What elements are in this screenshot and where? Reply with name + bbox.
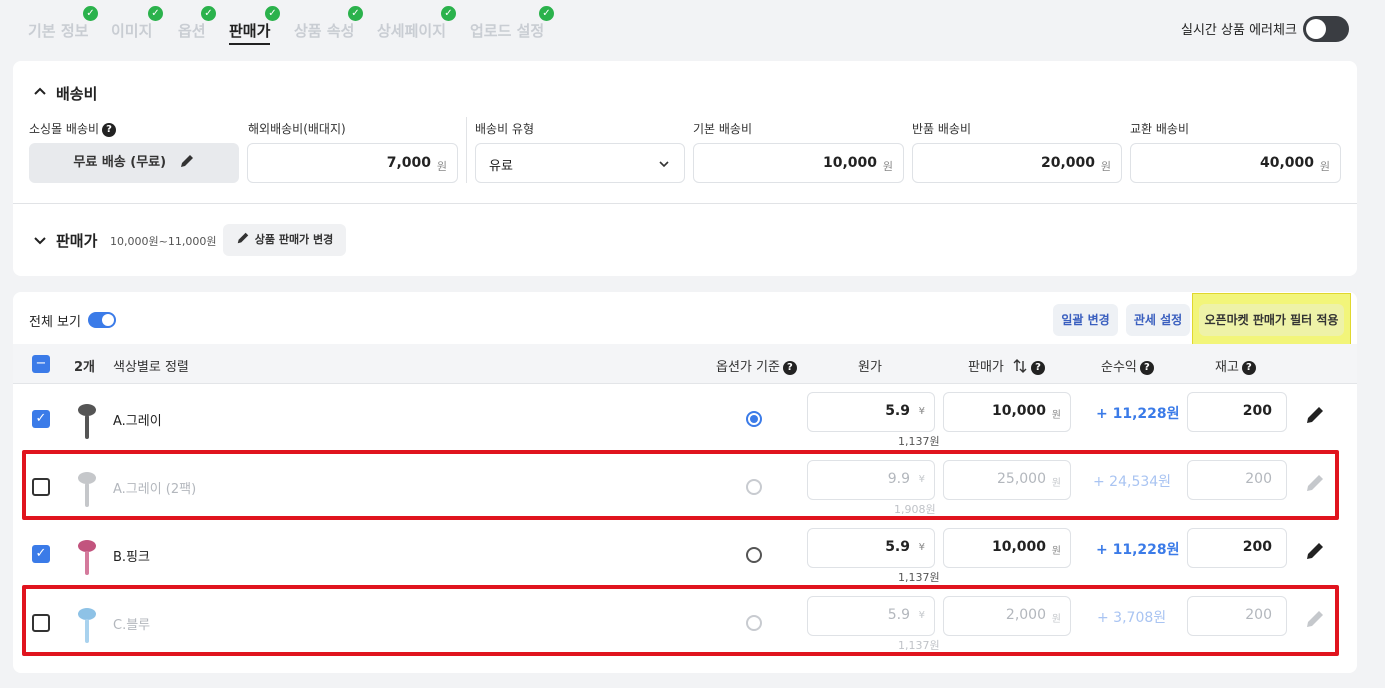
option-price-radio[interactable] — [746, 547, 762, 563]
pencil-icon — [180, 155, 193, 167]
cost-krw: 1,137원 — [898, 435, 940, 448]
check-icon: ✓ — [265, 6, 280, 21]
sort-icon[interactable] — [1012, 358, 1028, 374]
annotation-box — [22, 450, 1339, 520]
check-icon: ✓ — [441, 6, 456, 21]
stock-input[interactable]: 200 — [1187, 528, 1287, 568]
row-checkbox[interactable]: ✓ — [32, 545, 50, 563]
base-shipping-input[interactable]: 10,000 원 — [693, 143, 904, 183]
col-profit: 순수익? — [1101, 356, 1154, 375]
price-title: 판매가 — [56, 232, 98, 250]
tab-upload-settings[interactable]: ✓ 업로드 설정 — [470, 6, 554, 41]
option-name: A.그레이 — [113, 414, 162, 429]
pencil-icon[interactable] — [1304, 404, 1326, 426]
help-icon[interactable]: ? — [1241, 360, 1256, 375]
table-header — [13, 344, 1357, 384]
mall-shipping-label: 소싱몰 배송비? — [29, 120, 117, 137]
check-icon: ✓ — [201, 6, 216, 21]
base-shipping-label: 기본 배송비 — [693, 122, 753, 136]
option-name: B.핑크 — [113, 550, 150, 565]
cost-input[interactable]: 5.9 ¥ — [807, 392, 935, 432]
toggle-knob — [1306, 19, 1326, 39]
check-icon: ✓ — [539, 6, 554, 21]
help-icon[interactable]: ? — [1139, 360, 1154, 375]
tab-attributes[interactable]: ✓ 상품 속성 — [294, 6, 363, 41]
cost-input[interactable]: 5.9 ¥ — [807, 528, 935, 568]
product-thumbnail — [78, 404, 96, 439]
sale-price-input[interactable]: 10,000 원 — [943, 392, 1071, 432]
row-checkbox[interactable]: ✓ — [32, 410, 50, 428]
view-all-label: 전체 보기 — [29, 315, 81, 330]
help-icon[interactable]: ? — [1031, 360, 1046, 375]
cost-krw: 1,137원 — [898, 571, 940, 584]
sort-label[interactable]: 색상별로 정렬 — [113, 356, 189, 375]
error-check-label: 실시간 상품 에러체크 — [1181, 23, 1297, 38]
overseas-shipping-label: 해외배송비(배대지) — [248, 122, 346, 136]
divider — [466, 117, 467, 183]
shipping-title: 배송비 — [56, 85, 98, 103]
stock-input[interactable]: 200 — [1187, 392, 1287, 432]
tab-options[interactable]: ✓ 옵션 — [178, 6, 216, 41]
select-all-checkbox[interactable]: − — [32, 355, 50, 373]
return-shipping-input[interactable]: 20,000 원 — [912, 143, 1122, 183]
profit-value: + 11,228원 — [1096, 406, 1180, 422]
exchange-shipping-label: 교환 배송비 — [1130, 122, 1190, 136]
check-icon: ✓ — [83, 6, 98, 21]
shipping-type-select[interactable]: 유료 — [475, 143, 685, 183]
col-stock: 재고? — [1215, 356, 1256, 375]
col-cost: 원가 — [858, 360, 882, 375]
view-all-toggle[interactable] — [88, 312, 116, 328]
change-price-button[interactable]: 상품 판매가 변경 — [223, 224, 346, 256]
col-option-price: 옵션가 기준? — [716, 356, 797, 375]
help-icon[interactable]: ? — [782, 360, 797, 375]
return-shipping-label: 반품 배송비 — [912, 122, 972, 136]
openmarket-filter-button[interactable]: 오픈마켓 판매가 필터 적용 — [1199, 304, 1344, 336]
customs-settings-button[interactable]: 관세 설정 — [1126, 304, 1190, 336]
overseas-shipping-input[interactable]: 7,000 원 — [247, 143, 458, 183]
shipping-type-label: 배송비 유형 — [475, 122, 535, 136]
chevron-up-icon[interactable] — [33, 85, 47, 102]
chevron-down-icon — [659, 161, 669, 168]
check-icon: ✓ — [148, 6, 163, 21]
error-check-toggle[interactable] — [1303, 16, 1349, 42]
sale-price-input[interactable]: 10,000 원 — [943, 528, 1071, 568]
tab-detail-page[interactable]: ✓ 상세페이지 — [377, 6, 456, 41]
exchange-shipping-input[interactable]: 40,000 원 — [1130, 143, 1341, 183]
help-icon[interactable]: ? — [102, 122, 117, 137]
option-price-radio[interactable] — [746, 411, 762, 427]
price-range: 10,000원~11,000원 — [110, 235, 217, 248]
toggle-knob — [102, 314, 114, 326]
bulk-change-button[interactable]: 일괄 변경 — [1053, 304, 1118, 336]
chevron-down-icon[interactable] — [33, 233, 47, 250]
pencil-icon — [237, 232, 248, 244]
divider — [13, 203, 1357, 204]
product-thumbnail — [78, 540, 96, 575]
selected-count: 2개 — [74, 360, 96, 375]
mall-shipping-button[interactable]: 무료 배송 (무료) — [29, 143, 239, 183]
check-icon: ✓ — [348, 6, 363, 21]
annotation-box — [22, 585, 1339, 656]
profit-value: + 11,228원 — [1096, 542, 1180, 558]
shipping-price-card: 배송비 소싱몰 배송비? 무료 배송 (무료) 해외배송비(배대지) 7,000… — [13, 61, 1357, 276]
tab-price[interactable]: ✓ 판매가 — [229, 6, 280, 45]
col-sale-price: 판매가 ? — [968, 356, 1046, 375]
tab-images[interactable]: ✓ 이미지 — [111, 6, 163, 41]
pencil-icon[interactable] — [1304, 540, 1326, 562]
tab-basic-info[interactable]: ✓ 기본 정보 — [28, 6, 98, 41]
